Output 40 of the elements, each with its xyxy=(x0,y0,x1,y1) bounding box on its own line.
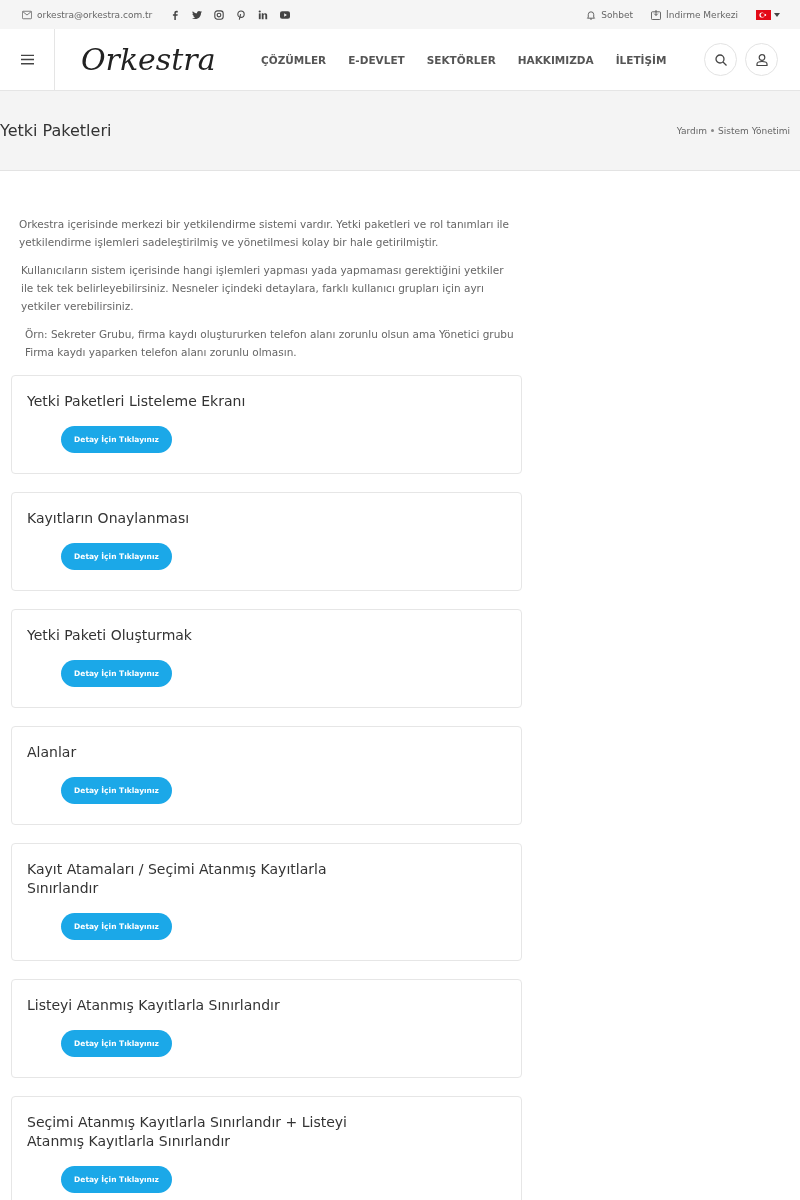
breadcrumb-separator xyxy=(711,129,715,132)
menu-icon[interactable] xyxy=(20,54,34,65)
language-selector[interactable] xyxy=(756,9,780,20)
topbar-link[interactable]: İndirme Merkezi xyxy=(666,9,738,20)
card-title: Kayıt Atamaları / Seçimi Atanmış Kayıtlarla Sınırlandır xyxy=(27,860,328,898)
caret-icon xyxy=(774,12,780,17)
search-button[interactable] xyxy=(704,43,737,76)
body-paragraph: Örn: Sekreter Grubu, firma kaydı oluştururken telefon alanı zorunlu olsun ama Yönetici grubu Firma kaydı yaparken telefon alanı zorunlu olmasın. xyxy=(25,327,515,360)
breadcrumb-link[interactable]: Sistem Yönetimi xyxy=(718,125,790,136)
twitter-icon[interactable] xyxy=(192,9,203,20)
youtube-icon[interactable] xyxy=(280,9,291,20)
card-title: Yetki Paketleri Listeleme Ekranı xyxy=(27,392,247,411)
card-title: Alanlar xyxy=(27,743,78,762)
nav-link[interactable]: ÇÖZÜMLER xyxy=(261,53,327,66)
nav-link[interactable]: HAKKIMIZDA xyxy=(517,53,594,66)
search-icon xyxy=(714,53,727,66)
card-title: Listeyi Atanmış Kayıtlarla Sınırlandır xyxy=(27,996,281,1015)
nav-link[interactable]: E-DEVLET xyxy=(348,53,405,66)
card-title: Seçimi Atanmış Kayıtlarla Sınırlandır + Listeyi Atanmış Kayıtlarla Sınırlandır xyxy=(27,1113,348,1151)
card-title: Kayıtların Onaylanması xyxy=(27,509,191,528)
pinterest-icon[interactable] xyxy=(236,9,247,20)
linkedin-icon[interactable] xyxy=(258,9,269,20)
card-title: Yetki Paketi Oluşturmak xyxy=(27,626,193,645)
flag-icon xyxy=(756,9,771,20)
nav-link[interactable]: İLETİŞİM xyxy=(615,53,667,66)
logo[interactable]: Orkestra xyxy=(81,42,236,77)
topbar-link[interactable]: Sohbet xyxy=(601,9,634,20)
download-icon xyxy=(651,9,662,20)
account-button[interactable] xyxy=(745,43,778,76)
user-icon xyxy=(755,53,768,66)
bell-icon xyxy=(586,9,597,20)
page-title: Yetki Paketleri xyxy=(0,121,112,140)
facebook-icon[interactable] xyxy=(170,9,181,20)
email-link[interactable]: orkestra@orkestra.com.tr xyxy=(37,9,153,20)
breadcrumb-link[interactable]: Yardım xyxy=(676,125,708,136)
nav-link[interactable]: SEKTÖRLER xyxy=(426,53,496,66)
body-paragraph: Kullanıcıların sistem içerisinde hangi işlemleri yapması yada yapmaması gerektiğini yetkiler ile tek tek belirleyebilirsiniz. Nesneler içindeki detaylara, farklı kullanıcı grupları için ayrı yetkiler verebilirsiniz. xyxy=(21,263,505,314)
mail-icon xyxy=(22,9,32,20)
body-paragraph: Orkestra içerisinde merkezi bir yetkilendirme sistemi vardır. Yetki paketleri ve rol tanımları ile yetkilendirme işlemleri sadeleştirilmiş ve yönetilmesi kolay bir hale getirilmiştir. xyxy=(19,217,509,250)
instagram-icon[interactable] xyxy=(214,9,225,20)
